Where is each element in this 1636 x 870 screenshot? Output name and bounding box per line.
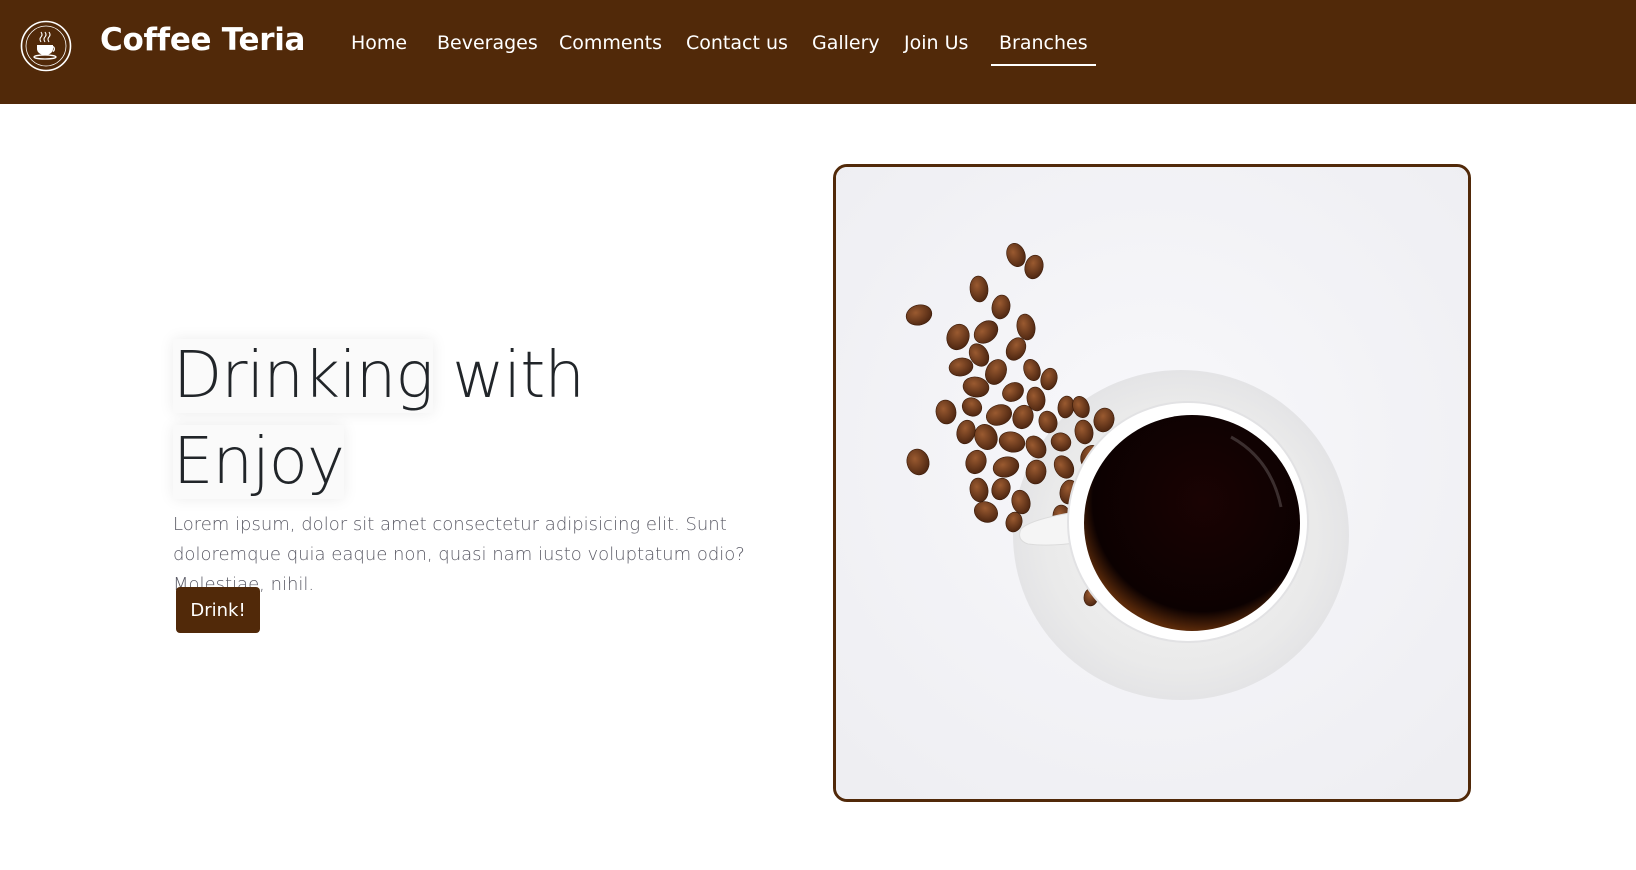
coffee-cup-photo (836, 167, 1468, 799)
hero-title-word-drinking: Drinking (173, 339, 434, 413)
nav-branches[interactable]: Branches (991, 32, 1096, 66)
hero-title-word-enjoy: Enjoy (173, 425, 345, 499)
nav-join-us[interactable]: Join Us (904, 32, 968, 54)
hero-image-frame (833, 164, 1471, 802)
brand-name[interactable]: Coffee Teria (100, 22, 305, 58)
nav-contact-us[interactable]: Contact us (686, 32, 788, 54)
navbar: Coffee Teria Home Beverages Comments Con… (0, 0, 1636, 104)
nav-gallery[interactable]: Gallery (812, 32, 880, 54)
coffee-cup-logo-icon[interactable] (20, 20, 72, 72)
nav-beverages[interactable]: Beverages (437, 32, 538, 54)
nav-comments[interactable]: Comments (559, 32, 662, 54)
hero-description: Lorem ipsum, dolor sit amet consectetur … (173, 514, 745, 595)
hero-title-word-with: with (452, 339, 585, 413)
drink-button[interactable]: Drink! (176, 587, 260, 633)
hero-title-line-2: Enjoy (173, 419, 345, 505)
hero-title-line-1: Drinking with (173, 333, 585, 419)
nav-home[interactable]: Home (351, 32, 407, 54)
